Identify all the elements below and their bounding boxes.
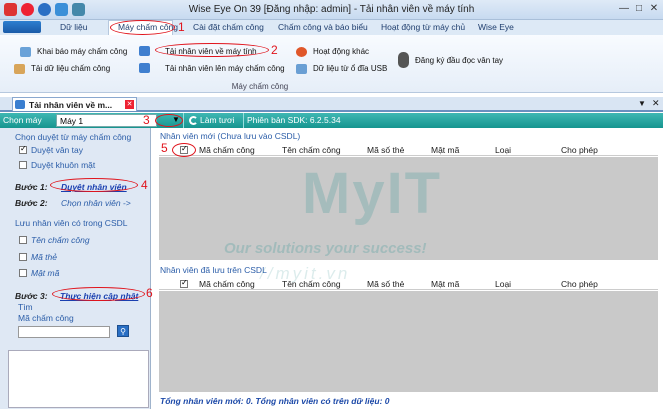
- grid-saved-col-mat-ma[interactable]: Mật mã: [431, 279, 459, 289]
- grid-new-caption: Nhân viên mới (Chưa lưu vào CSDL): [160, 131, 301, 141]
- buoc-1-label: Bước 1:: [15, 182, 48, 192]
- annotation-circle-6: [52, 287, 145, 301]
- doc-tab-label: Tải nhân viên về m...: [29, 100, 113, 110]
- tab-may-chu[interactable]: Hoạt động từ máy chủ: [381, 22, 465, 32]
- machine-select[interactable]: Máy 1: [56, 114, 157, 127]
- search-button[interactable]: ⚲: [117, 325, 129, 337]
- mat-ma-label: Mật mã: [31, 268, 60, 278]
- download-data-icon: [14, 64, 25, 74]
- annotation-circle-5: [172, 143, 196, 157]
- maximize-icon[interactable]: □: [632, 2, 646, 16]
- chon-nhan-vien-link[interactable]: Chọn nhân viên ->: [61, 198, 131, 208]
- doc-tab-close-icon[interactable]: ✕: [125, 100, 134, 109]
- minimize-icon[interactable]: —: [617, 2, 631, 16]
- ten-cham-cong-label: Tên chấm công: [31, 235, 90, 245]
- annotation-number-5: 5: [161, 141, 168, 155]
- machine-select-value: Máy 1: [60, 116, 84, 126]
- doc-tab[interactable]: Tải nhân viên về m...: [12, 97, 137, 111]
- upload-users-icon: [139, 63, 150, 73]
- other-activity-icon: [296, 47, 307, 57]
- grid-new-col-ten[interactable]: Tên chấm công: [282, 145, 341, 155]
- grid-saved-col-loai[interactable]: Loại: [495, 279, 511, 289]
- annotation-number-2: 2: [271, 43, 278, 57]
- khai-bao-button[interactable]: Khai báo máy chấm công: [37, 47, 127, 56]
- toolbar-separator: [183, 113, 184, 128]
- grid-new-col-ma[interactable]: Mã chấm công: [199, 145, 255, 155]
- watermark-url: //myit.vn: [260, 264, 351, 283]
- grid-new-col-mat-ma[interactable]: Mật mã: [431, 145, 459, 155]
- hoat-dong-khac-button[interactable]: Hoạt động khác: [313, 47, 369, 56]
- close-icon[interactable]: ✕: [647, 2, 661, 16]
- duyet-van-tay-label: Duyệt vân tay: [31, 145, 83, 155]
- ma-cham-cong-label: Mã chấm công: [18, 313, 74, 323]
- download-users-icon: [139, 46, 150, 56]
- file-menu-button[interactable]: [3, 21, 41, 33]
- annotation-circle-2: [155, 43, 269, 57]
- ma-the-checkbox[interactable]: [19, 253, 27, 261]
- section-duyet-title: Chọn duyệt từ máy chấm công: [15, 132, 132, 142]
- sdk-version: Phiên bản SDK: 6.2.5.34: [247, 115, 341, 125]
- window-title: Wise Eye On 39 [Đăng nhập: admin] - Tải …: [188, 4, 475, 15]
- panel-close-icon[interactable]: ✕: [652, 98, 660, 109]
- dang-ky-button[interactable]: Đăng ký đầu đọc vân tay: [415, 56, 503, 65]
- annotation-number-4: 4: [141, 178, 148, 192]
- section-luu-title: Lưu nhân viên có trong CSDL: [15, 218, 128, 228]
- ma-the-label: Mã thẻ: [31, 252, 57, 262]
- grid-saved-col-the[interactable]: Mã số thẻ: [367, 279, 404, 289]
- grid-saved-col-cho-phep[interactable]: Cho phép: [561, 279, 598, 289]
- watermark-title: MyIT: [302, 161, 443, 226]
- buoc-2-label: Bước 2:: [15, 198, 48, 208]
- grid-new-col-cho-phep[interactable]: Cho phép: [561, 145, 598, 155]
- tai-nhan-vien-len-button[interactable]: Tải nhân viên lên máy chấm công: [165, 64, 285, 73]
- chon-may-label: Chọn máy: [3, 115, 42, 125]
- doc-tab-icon: [15, 100, 25, 109]
- annotation-number-1: 1: [178, 20, 185, 34]
- tab-bao-bieu[interactable]: Chấm công và báo biểu: [278, 22, 368, 32]
- tab-cai-dat[interactable]: Cài đặt chấm công: [193, 22, 264, 32]
- grid-new-col-the[interactable]: Mã số thẻ: [367, 145, 404, 155]
- ten-cham-cong-checkbox[interactable]: [19, 236, 27, 244]
- usb-icon: [296, 64, 307, 74]
- buoc-3-label: Bước 3:: [15, 291, 48, 301]
- watermark-subtitle: Our solutions your success!: [224, 240, 427, 257]
- annotation-number-6: 6: [146, 286, 153, 300]
- tab-wise-eye[interactable]: Wise Eye: [478, 22, 514, 32]
- grid-saved-col-ma[interactable]: Mã chấm công: [199, 279, 255, 289]
- ribbon-group-label: Máy chấm công: [231, 82, 289, 91]
- duyet-khuon-mat-checkbox[interactable]: [19, 161, 27, 169]
- grid-new-col-loai[interactable]: Loại: [495, 145, 511, 155]
- tai-du-lieu-button[interactable]: Tải dữ liệu chấm công: [31, 64, 110, 73]
- annotation-circle-1: [110, 20, 175, 35]
- fingerprint-icon: [398, 52, 409, 68]
- mat-ma-checkbox[interactable]: [19, 269, 27, 277]
- tab-du-lieu[interactable]: Dữ liệu: [60, 22, 87, 32]
- grid-saved-caption: Nhân viên đã lưu trên CSDL: [160, 265, 267, 275]
- tab-dropdown-icon[interactable]: ▼: [638, 99, 646, 108]
- machine-dropdown-icon[interactable]: ▼: [172, 115, 180, 124]
- duyet-van-tay-checkbox[interactable]: ✓: [19, 144, 27, 154]
- annotation-number-3: 3: [143, 113, 150, 127]
- duyet-khuon-mat-label: Duyệt khuôn mặt: [31, 160, 96, 170]
- refresh-button[interactable]: Làm tươi: [200, 115, 234, 125]
- tim-label: Tìm: [18, 302, 33, 312]
- grid-saved-body[interactable]: [159, 291, 658, 392]
- ma-cham-cong-input[interactable]: [18, 326, 110, 338]
- machine-icon: [20, 47, 31, 57]
- refresh-icon: [189, 116, 198, 125]
- grid-saved-select-all-checkbox[interactable]: ✓: [180, 278, 188, 288]
- left-bottom-panel: [8, 350, 149, 408]
- toolbar-separator-2: [243, 113, 244, 128]
- status-bar-text: Tổng nhân viên mới: 0. Tổng nhân viên có…: [160, 396, 390, 406]
- annotation-circle-4: [50, 178, 138, 192]
- usb-data-button[interactable]: Dữ liệu từ ổ đĩa USB: [313, 64, 387, 73]
